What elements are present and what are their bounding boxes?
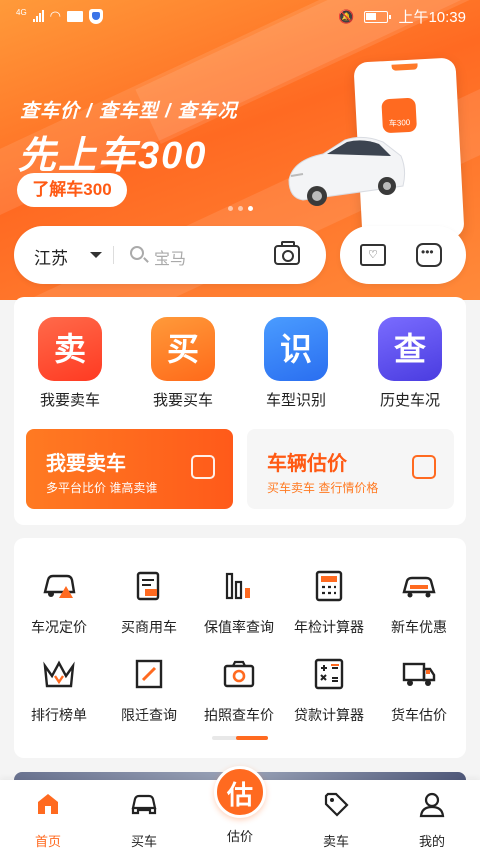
nav-label: 我的 — [418, 834, 445, 849]
estimate-center-button[interactable]: 估 — [214, 766, 266, 818]
clock: 上午10:39 — [398, 9, 466, 26]
tools-card: 车况定价 买商用车 保值率查询 年检计算器 新车优惠 排行榜单 限迁查询 拍照查… — [14, 538, 466, 758]
main-services-card: 卖 我要卖车 买 我要买车 识 车型识别 查 历史车况 我要卖车 多平台比价 谁… — [14, 297, 466, 525]
tool-item[interactable]: 限迁查询 — [104, 658, 194, 725]
camera-search-icon[interactable] — [274, 241, 300, 265]
search-input[interactable]: 宝马 — [154, 245, 186, 269]
chevron-down-icon[interactable] — [90, 252, 102, 258]
sell-icon: 卖 — [38, 317, 102, 381]
tool-label: 车况定价 — [31, 619, 87, 635]
nav-mine[interactable]: 我的 — [384, 790, 480, 850]
nav-buy[interactable]: 买车 — [96, 790, 192, 850]
tool-label: 排行榜单 — [31, 707, 87, 723]
search-bar: 江苏 宝马 — [14, 226, 326, 284]
search-icon — [130, 246, 144, 260]
car-illustration — [288, 136, 406, 206]
tool-label: 限迁查询 — [121, 707, 177, 723]
carousel-dot-active[interactable] — [248, 206, 253, 211]
truck-doc-icon — [136, 571, 160, 601]
signal-icon — [32, 10, 44, 22]
carousel-dot[interactable] — [228, 206, 233, 211]
promo-subtitle: 多平台比价 谁高卖谁 — [46, 481, 158, 495]
app-logo-icon: 车300 — [381, 97, 418, 134]
identify-icon: 识 — [264, 317, 328, 381]
tool-item[interactable]: 新车优惠 — [374, 570, 464, 637]
message-icon[interactable] — [416, 243, 442, 267]
city-selector[interactable]: 江苏 — [34, 244, 68, 269]
trend-icon — [412, 455, 436, 479]
truck-icon — [402, 662, 436, 686]
promo-title: 我要卖车 — [46, 453, 126, 475]
camera-icon — [223, 660, 255, 688]
promo-valuation[interactable]: 车辆估价 买车卖车 查行情价格 — [247, 429, 454, 509]
quick-action-label: 历史车况 — [379, 392, 440, 409]
tool-label: 保值率查询 — [204, 619, 274, 635]
nav-label: 卖车 — [322, 834, 349, 849]
divider — [113, 246, 114, 264]
tool-item[interactable]: 排行榜单 — [14, 658, 104, 725]
math-calculator-icon — [314, 658, 344, 690]
quick-action-sell[interactable]: 卖 我要卖车 — [20, 317, 120, 410]
car-icon — [131, 794, 157, 815]
promo-title: 车辆估价 — [267, 453, 347, 475]
calculator-icon — [315, 570, 343, 602]
banner-subtitle: 查车价 / 查车型 / 查车况 — [20, 101, 238, 122]
nav-label: 估价 — [226, 829, 253, 844]
bar-chart-icon — [225, 572, 250, 600]
tool-item[interactable]: 保值率查询 — [194, 570, 284, 637]
nav-home[interactable]: 首页 — [0, 790, 96, 850]
tool-label: 拍照查车价 — [204, 707, 274, 723]
quick-action-label: 车型识别 — [265, 392, 326, 409]
network-type: 4G — [16, 7, 27, 17]
banner-title: 先上车300 — [18, 135, 208, 177]
nav-label: 买车 — [130, 834, 157, 849]
favorites-folder-icon[interactable]: ♡ — [360, 244, 386, 266]
car-warning-icon — [43, 574, 76, 598]
tool-label: 新车优惠 — [391, 619, 447, 635]
header-actions: ♡ — [340, 226, 466, 284]
tool-label: 买商用车 — [121, 619, 177, 635]
new-car-icon — [402, 576, 436, 598]
tool-item[interactable]: 买商用车 — [104, 570, 194, 637]
home-icon — [38, 794, 58, 814]
promo-subtitle: 买车卖车 查行情价格 — [267, 481, 379, 495]
app-badge-label: 车300 — [388, 117, 411, 129]
mail-icon — [67, 10, 84, 22]
status-bar: 4G ◠ 🔕 上午10:39 — [0, 0, 480, 32]
document-icon — [135, 659, 163, 689]
tool-item[interactable]: 货车估价 — [374, 658, 464, 725]
nav-sell[interactable]: 卖车 — [288, 790, 384, 850]
buy-icon: 买 — [151, 317, 215, 381]
user-icon — [419, 792, 445, 818]
car-up-icon — [191, 455, 215, 479]
carousel-dots — [228, 206, 253, 211]
tag-icon — [324, 792, 349, 817]
security-shield-icon — [89, 8, 104, 24]
mute-icon: 🔕 — [338, 8, 355, 24]
crown-icon — [43, 660, 75, 688]
tool-item[interactable]: 拍照查车价 — [194, 658, 284, 725]
nav-label: 首页 — [34, 834, 61, 849]
wifi-icon: ◠ — [49, 8, 62, 23]
quick-action-label: 我要卖车 — [39, 392, 100, 409]
history-icon: 查 — [378, 317, 442, 381]
quick-action-identify[interactable]: 识 车型识别 — [246, 317, 346, 410]
carousel-dot[interactable] — [238, 206, 243, 211]
tool-item[interactable]: 贷款计算器 — [284, 658, 374, 725]
tool-item[interactable]: 车况定价 — [14, 570, 104, 637]
quick-action-history[interactable]: 查 历史车况 — [360, 317, 460, 410]
tool-label: 贷款计算器 — [294, 707, 364, 723]
tool-item[interactable]: 年检计算器 — [284, 570, 374, 637]
tool-label: 年检计算器 — [294, 619, 364, 635]
promo-sell-car[interactable]: 我要卖车 多平台比价 谁高卖谁 — [26, 429, 233, 509]
learn-more-button[interactable]: 了解车300 — [17, 173, 127, 207]
tool-label: 货车估价 — [391, 707, 447, 723]
quick-action-label: 我要买车 — [152, 392, 213, 409]
battery-icon — [364, 10, 392, 23]
scroll-indicator — [212, 736, 268, 740]
quick-action-buy[interactable]: 买 我要买车 — [133, 317, 233, 410]
